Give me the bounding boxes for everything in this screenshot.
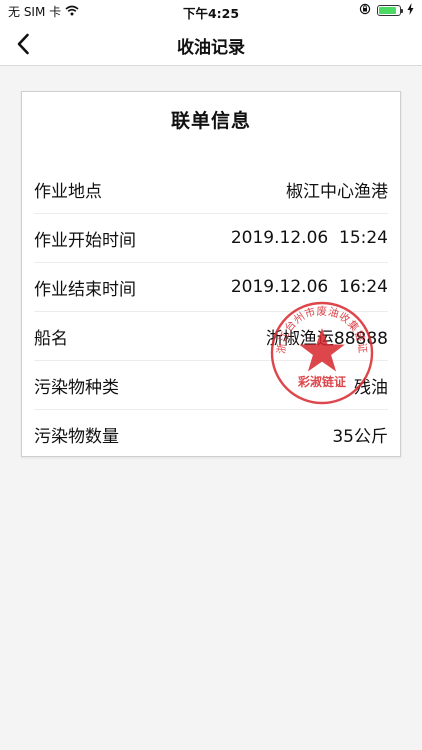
row-value: 椒江中心渔港: [286, 181, 388, 202]
info-row-start-time: 作业开始时间 2019.12.06 15:24: [34, 214, 388, 263]
page-title: 收油记录: [177, 38, 245, 58]
row-label: 船名: [34, 328, 68, 349]
row-label: 作业结束时间: [34, 279, 136, 300]
battery-fill: [379, 7, 396, 14]
charging-icon: [407, 3, 414, 18]
info-row-vessel-name: 船名 浙椒渔运88888: [34, 312, 388, 361]
row-label: 污染物种类: [34, 377, 119, 398]
orientation-lock-icon: [359, 3, 371, 18]
row-value: 2019.12.06 16:24: [230, 277, 388, 297]
row-label: 作业地点: [34, 181, 102, 202]
card-title: 联单信息: [170, 110, 251, 132]
status-bar: 无 SIM 卡 下午4:25: [0, 0, 422, 22]
row-value: 35公斤: [332, 427, 388, 447]
info-row-pollutant-quantity: 污染物数量 35公斤: [34, 410, 388, 459]
nav-bar: 收油记录: [0, 22, 422, 66]
info-list: 作业地点 椒江中心渔港 作业开始时间 2019.12.06 15:24 作业结束…: [34, 165, 388, 459]
row-label: 作业开始时间: [34, 230, 136, 251]
manifest-card: 联单信息 作业地点 椒江中心渔港 作业开始时间 2019.12.06 15:24…: [21, 91, 401, 457]
info-row-location: 作业地点 椒江中心渔港: [34, 165, 388, 214]
row-label: 污染物数量: [34, 427, 119, 447]
row-value: 2019.12.06 15:24: [230, 228, 388, 248]
battery-icon: [377, 5, 403, 16]
info-row-pollutant-type: 污染物种类 残油: [34, 361, 388, 410]
row-value: 浙椒渔运88888: [265, 328, 388, 349]
info-row-end-time: 作业结束时间 2019.12.06 16:24: [34, 263, 388, 312]
row-value: 残油: [354, 377, 388, 398]
status-right: [359, 3, 414, 18]
